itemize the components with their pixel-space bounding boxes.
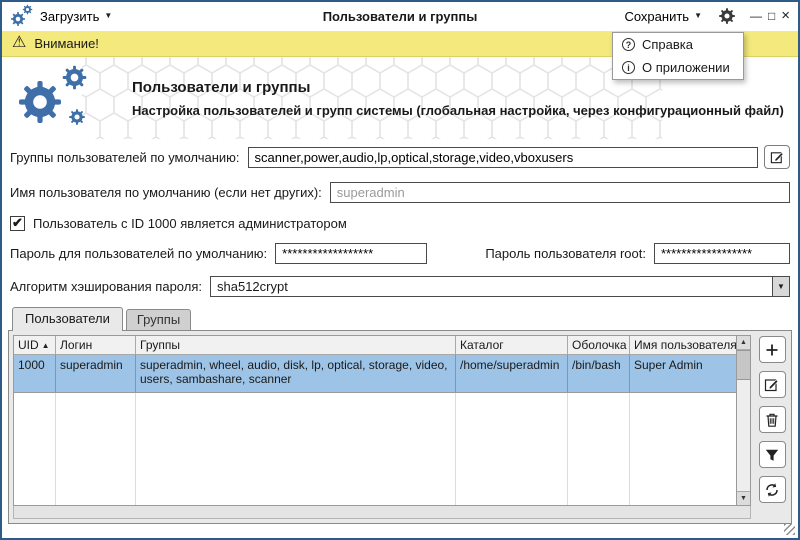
table-body: 1000 superadmin superadmin, wheel, audio… [14, 355, 736, 505]
cell-login: superadmin [56, 355, 136, 392]
resize-grip[interactable] [784, 524, 795, 535]
plus-icon [764, 342, 780, 358]
root-password-input[interactable] [654, 243, 790, 264]
warning-text: Внимание! [34, 36, 99, 51]
minimize-button[interactable]: — [750, 9, 762, 23]
horizontal-scrollbar[interactable] [13, 506, 751, 519]
column-header-home[interactable]: Каталог [456, 336, 568, 355]
page-subtitle: Настройка пользователей и групп системы … [132, 103, 784, 118]
scroll-down-icon: ▼ [740, 495, 747, 502]
admin-checkbox-label: Пользователь с ID 1000 является админист… [33, 216, 347, 231]
app-window: Загрузить ▼ Пользователи и группы Сохран… [0, 0, 800, 540]
menu-item-about-label: О приложении [642, 60, 730, 75]
check-icon: ✔ [12, 216, 23, 229]
warning-icon: ⚠ [12, 35, 26, 51]
hash-algorithm-value: sha512crypt [211, 279, 772, 294]
hash-algorithm-select[interactable]: sha512crypt ▼ [210, 276, 790, 297]
refresh-icon [764, 482, 780, 498]
filter-button[interactable] [759, 441, 786, 468]
users-table: UID ▲ Логин Группы Каталог Оболочка Имя … [13, 335, 737, 506]
tab-users[interactable]: Пользователи [12, 307, 123, 331]
cell-shell: /bin/bash [568, 355, 630, 392]
tab-groups[interactable]: Группы [126, 309, 191, 330]
users-panel: UID ▲ Логин Группы Каталог Оболочка Имя … [8, 330, 792, 524]
vertical-scrollbar[interactable]: ▲ ▼ [737, 335, 751, 506]
help-icon: ? [622, 38, 635, 51]
scroll-up-icon: ▲ [740, 339, 747, 346]
settings-gear-button[interactable] [718, 7, 736, 25]
save-button[interactable]: Сохранить ▼ [618, 7, 708, 26]
menu-item-about[interactable]: i О приложении [613, 56, 743, 79]
default-username-input[interactable] [330, 182, 790, 203]
settings-form: Группы пользователей по умолчанию: Имя п… [2, 139, 798, 297]
scroll-up-button[interactable]: ▲ [737, 336, 750, 350]
titlebar: Загрузить ▼ Пользователи и группы Сохран… [2, 2, 798, 31]
close-button[interactable]: × [781, 9, 790, 23]
column-header-groups[interactable]: Группы [136, 336, 456, 355]
maximize-button[interactable]: □ [768, 9, 775, 23]
page-title: Пользователи и группы [132, 79, 784, 96]
chevron-down-icon: ▼ [104, 12, 112, 20]
info-icon: i [622, 61, 635, 74]
edit-icon [764, 377, 780, 393]
default-groups-input[interactable] [248, 147, 758, 168]
table-header: UID ▲ Логин Группы Каталог Оболочка Имя … [14, 336, 736, 355]
refresh-button[interactable] [759, 476, 786, 503]
trash-icon [764, 412, 780, 428]
column-header-uid[interactable]: UID ▲ [14, 336, 56, 355]
column-header-login[interactable]: Логин [56, 336, 136, 355]
cell-fullname: Super Admin [630, 355, 736, 392]
menu-item-help-label: Справка [642, 37, 693, 52]
window-controls: — □ × [750, 9, 790, 23]
hash-algorithm-label: Алгоритм хэширования пароля: [10, 279, 202, 294]
load-button[interactable]: Загрузить ▼ [34, 7, 118, 26]
delete-user-button[interactable] [759, 406, 786, 433]
app-gears-icon [10, 4, 34, 28]
column-header-name[interactable]: Имя пользователя [630, 336, 736, 355]
admin-checkbox[interactable]: ✔ [10, 216, 25, 231]
default-password-input[interactable] [275, 243, 427, 264]
column-header-shell[interactable]: Оболочка [568, 336, 630, 355]
scrollbar-thumb[interactable] [737, 350, 750, 380]
pencil-square-icon [770, 150, 785, 165]
default-password-label: Пароль для пользователей по умолчанию: [10, 246, 267, 261]
cell-groups: superadmin, wheel, audio, disk, lp, opti… [136, 355, 456, 392]
cell-home: /home/superadmin [456, 355, 568, 392]
cell-uid: 1000 [14, 355, 56, 392]
default-username-label: Имя пользователя по умолчанию (если нет … [10, 185, 322, 200]
scrollbar-track[interactable] [737, 380, 750, 491]
menu-item-help[interactable]: ? Справка [613, 33, 743, 56]
sort-asc-icon: ▲ [42, 341, 50, 350]
scroll-down-button[interactable]: ▼ [737, 491, 750, 505]
edit-user-button[interactable] [759, 371, 786, 398]
load-button-label: Загрузить [40, 9, 99, 24]
root-password-label: Пароль пользователя root: [485, 246, 646, 261]
combo-dropdown-button[interactable]: ▼ [772, 277, 789, 296]
gear-menu: ? Справка i О приложении [612, 32, 744, 80]
filter-icon [764, 447, 780, 463]
default-groups-label: Группы пользователей по умолчанию: [10, 150, 240, 165]
tab-bar: Пользователи Группы [12, 306, 798, 330]
save-button-label: Сохранить [624, 9, 689, 24]
table-row[interactable]: 1000 superadmin superadmin, wheel, audio… [14, 355, 736, 393]
chevron-down-icon: ▼ [777, 282, 785, 291]
chevron-down-icon: ▼ [694, 12, 702, 20]
edit-groups-button[interactable] [764, 145, 790, 169]
table-toolbar [753, 331, 791, 523]
status-bar [2, 524, 798, 538]
header-gears-icon [16, 62, 96, 134]
add-user-button[interactable] [759, 336, 786, 363]
